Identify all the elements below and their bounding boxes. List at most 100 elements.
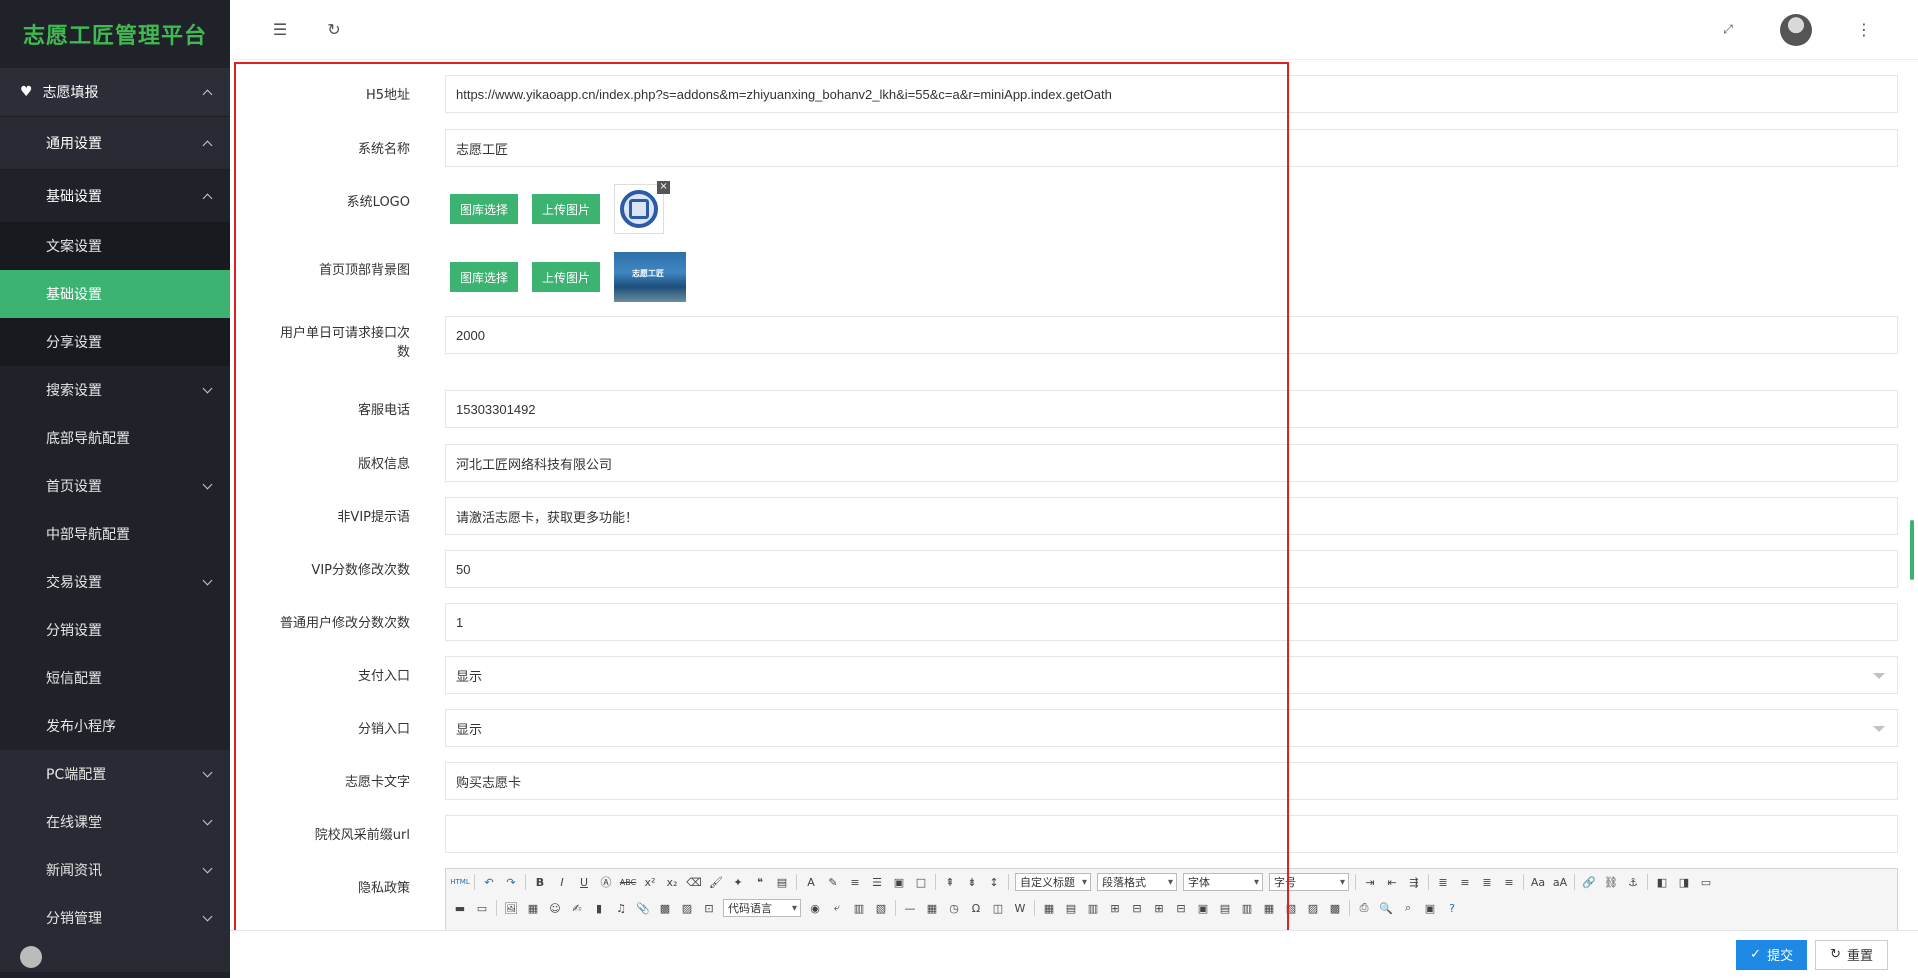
italic-icon[interactable]: I [554,874,570,890]
rtl-icon[interactable]: ⇤ [1384,874,1400,890]
superscript-icon[interactable]: x² [642,874,658,890]
reset-button[interactable]: ↻ 重置 [1815,939,1888,970]
gmap-icon[interactable]: ▨ [679,900,695,916]
paragraph-format-select[interactable]: 段落格式 [1097,873,1177,891]
sidebar-item-general[interactable]: 通用设置 [0,116,230,169]
print-icon[interactable]: ⎙ [1356,900,1372,916]
page-break-icon[interactable]: ⤶ [829,900,845,916]
scrollbar[interactable] [1910,520,1914,580]
sidebar-item-partial[interactable] [0,942,230,972]
logo-upload-button[interactable]: 上传图片 [532,194,601,224]
undo-icon[interactable]: ↶ [481,874,497,890]
search-replace-icon[interactable]: ⌕ [1400,900,1416,916]
split-cells-icon[interactable]: ▦ [1261,900,1277,916]
privacy-editor[interactable]: HTML ↶ ↷ B I U Ⓐ ABC x² x₂ ⌫ 🖌 ✦ ❝ ▤ A ✎ [445,868,1898,930]
sidebar-item-dist-manage[interactable]: 分销管理 [0,894,230,942]
web-app-icon[interactable]: ◉ [807,900,823,916]
system-name-input[interactable]: 志愿工匠 [445,129,1898,167]
delete-row-icon[interactable]: ⊟ [1129,900,1145,916]
video-icon[interactable]: ▮ [591,900,607,916]
date-icon[interactable]: ▦ [924,900,940,916]
split-rows-icon[interactable]: ▧ [1283,900,1299,916]
card-text-input[interactable]: 购买志愿卡 [445,762,1898,800]
format-brush-icon[interactable]: 🖌 [708,874,724,890]
indent-icon[interactable]: ⇶ [1406,874,1422,890]
auto-format-icon[interactable]: ✦ [730,874,746,890]
align-justify-icon[interactable]: ≡ [1501,874,1517,890]
image-left-icon[interactable]: ◧ [1654,874,1670,890]
daily-limit-input[interactable]: 2000 [445,316,1898,354]
redo-icon[interactable]: ↷ [503,874,519,890]
special-char-icon[interactable]: Ω [968,900,984,916]
pay-entry-select[interactable]: 显示 [445,656,1898,694]
bg-upload-button[interactable]: 上传图片 [532,262,601,292]
blockquote-icon[interactable]: ❝ [752,874,768,890]
ordered-list-icon[interactable]: ≡ [847,874,863,890]
sidebar-item-middle-nav[interactable]: 中部导航配置 [0,510,230,558]
h5-url-input[interactable]: https://www.yikaoapp.cn/index.php?s=addo… [445,75,1898,113]
sidebar-item-news[interactable]: 新闻资讯 [0,846,230,894]
insert-paragraph-before-table-icon[interactable]: ▥ [1085,900,1101,916]
phone-input[interactable]: 15303301492 [445,390,1898,428]
row-spacing-bottom-icon[interactable]: ⇟ [964,874,980,890]
merge-right-icon[interactable]: ▤ [1217,900,1233,916]
more-vertical-icon[interactable]: ⋮ [1852,18,1876,42]
row-spacing-top-icon[interactable]: ⇞ [942,874,958,890]
music-icon[interactable]: ♫ [613,900,629,916]
sidebar-item-basic-group[interactable]: 基础设置 [0,169,230,222]
time-icon[interactable]: ◷ [946,900,962,916]
sidebar-item-online-class[interactable]: 在线课堂 [0,798,230,846]
sidebar-item-sms-config[interactable]: 短信配置 [0,654,230,702]
font-border-icon[interactable]: Ⓐ [598,874,614,890]
help-icon[interactable]: ? [1444,900,1460,916]
insert-col-icon[interactable]: ⊞ [1151,900,1167,916]
underline-icon[interactable]: U [576,874,592,890]
preview-icon[interactable]: 🔍 [1378,900,1394,916]
emoji-icon[interactable]: ☺ [547,900,563,916]
highlight-color-icon[interactable]: ✎ [825,874,841,890]
merge-cells-icon[interactable]: ▣ [1195,900,1211,916]
insert-image-icon[interactable]: 🖼 [503,900,519,916]
nonvip-tip-input[interactable]: 请激活志愿卡，获取更多功能！ [445,497,1898,535]
close-icon[interactable]: × [657,181,671,194]
menu-fold-icon[interactable]: ☰ [268,18,292,42]
school-url-input[interactable] [445,815,1898,853]
uppercase-icon[interactable]: Aa [1530,874,1546,890]
scrawl-icon[interactable]: ✍ [569,900,585,916]
font-family-select[interactable]: 字体 [1183,873,1263,891]
split-cols-icon[interactable]: ▨ [1305,900,1321,916]
bold-icon[interactable]: B [532,874,548,890]
align-center-icon[interactable]: ≡ [1457,874,1473,890]
multi-image-icon[interactable]: ▦ [525,900,541,916]
delete-col-icon[interactable]: ⊟ [1173,900,1189,916]
vip-times-input[interactable]: 50 [445,550,1898,588]
align-left-icon[interactable]: ≣ [1435,874,1451,890]
drafts-icon[interactable]: ▣ [1422,900,1438,916]
sidebar-item-bottom-nav[interactable]: 底部导航配置 [0,414,230,462]
unordered-list-icon[interactable]: ☰ [869,874,885,890]
html-source-icon[interactable]: HTML [450,874,469,890]
sidebar-item-dist-settings[interactable]: 分销设置 [0,606,230,654]
sidebar-item-publish-miniapp[interactable]: 发布小程序 [0,702,230,750]
template-icon[interactable]: ▥ [851,900,867,916]
image-none-icon[interactable]: ▭ [1698,874,1714,890]
ltr-icon[interactable]: ⇥ [1362,874,1378,890]
anchor-icon[interactable]: ⚓ [1625,874,1641,890]
unlink-icon[interactable]: ⛓ [1603,874,1619,890]
eraser-icon[interactable]: ⌫ [686,874,702,890]
sidebar-item-copy-settings[interactable]: 文案设置 [0,222,230,270]
link-icon[interactable]: 🔗 [1581,874,1597,890]
copyright-input[interactable]: 河北工匠网络科技有限公司 [445,444,1898,482]
align-right-icon[interactable]: ≣ [1479,874,1495,890]
sidebar-item-search-settings[interactable]: 搜索设置 [0,366,230,414]
insert-row-icon[interactable]: ⊞ [1107,900,1123,916]
snapscreen-icon[interactable]: ◫ [990,900,1006,916]
strikethrough-icon[interactable]: ABC [620,874,636,890]
dist-entry-select[interactable]: 显示 [445,709,1898,747]
delete-table-icon[interactable]: ▤ [1063,900,1079,916]
sidebar-item-basic-settings[interactable]: 基础设置 [0,270,230,318]
font-size-select[interactable]: 字号 [1269,873,1349,891]
normal-times-input[interactable]: 1 [445,603,1898,641]
horizontal-rule-icon[interactable]: — [902,900,918,916]
sidebar-item-home-settings[interactable]: 首页设置 [0,462,230,510]
